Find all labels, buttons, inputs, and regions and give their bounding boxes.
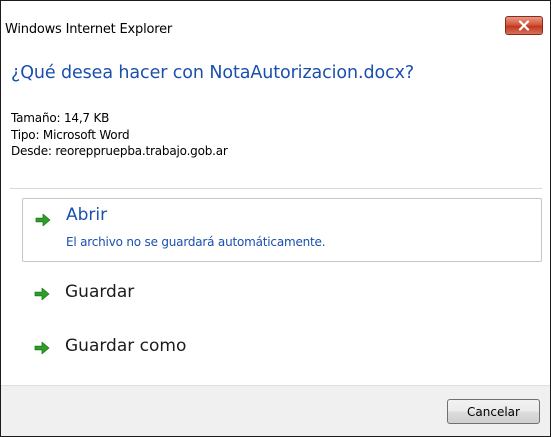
open-option-label: Abrir (66, 205, 108, 225)
green-arrow-icon (34, 287, 50, 301)
open-option-sublabel: El archivo no se guardará automáticament… (66, 235, 326, 249)
file-info: Tamaño: 14,7 KB Tipo: Microsoft Word Des… (11, 110, 228, 160)
file-size: Tamaño: 14,7 KB (11, 111, 110, 125)
save-as-option-label: Guardar como (65, 336, 187, 356)
dialog-heading: ¿Qué desea hacer con NotaAutorizacion.do… (11, 63, 415, 83)
green-arrow-icon (34, 341, 50, 355)
save-as-option[interactable]: Guardar como (22, 331, 542, 365)
window-title: Windows Internet Explorer (5, 22, 173, 37)
dialog-window: Windows Internet Explorer ¿Qué desea hac… (0, 0, 551, 437)
close-icon (518, 20, 530, 31)
file-type: Tipo: Microsoft Word (11, 127, 130, 142)
save-option[interactable]: Guardar (22, 277, 542, 311)
save-option-label: Guardar (65, 282, 135, 302)
close-button[interactable] (505, 16, 543, 35)
title-bar[interactable]: Windows Internet Explorer (1, 1, 550, 41)
file-source: Desde: reoreppruepba.trabajo.gob.ar (11, 144, 228, 158)
separator (10, 188, 542, 189)
open-option[interactable]: Abrir El archivo no se guardará automáti… (22, 198, 542, 262)
cancel-button[interactable]: Cancelar (447, 399, 540, 424)
green-arrow-icon (35, 213, 51, 227)
